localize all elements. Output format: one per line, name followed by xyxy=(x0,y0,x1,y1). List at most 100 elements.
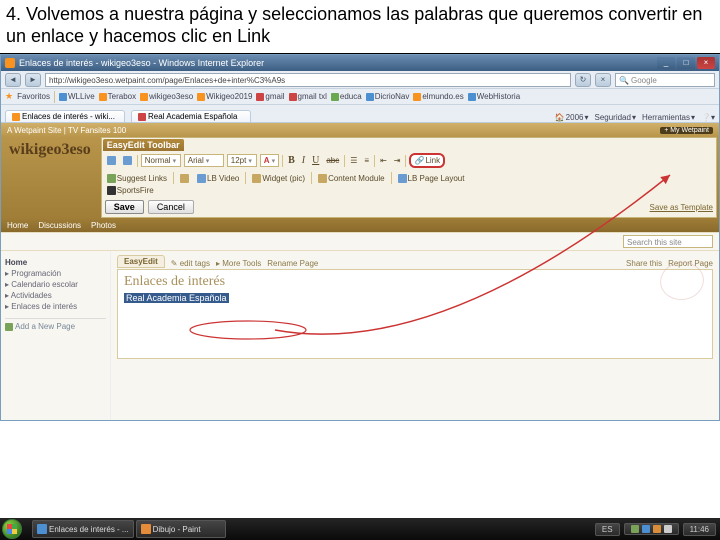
suggest-links-button[interactable]: Suggest Links xyxy=(105,174,169,183)
fav-item[interactable]: wikigeo3eso xyxy=(140,92,193,101)
maximize-button[interactable]: □ xyxy=(677,57,695,69)
browser-window: Enlaces de interés - wikigeo3eso - Windo… xyxy=(0,54,720,421)
home-dropdown[interactable]: 🏠 2006 ▾ xyxy=(555,113,589,122)
back-button[interactable]: ◄ xyxy=(5,73,21,87)
refresh-button[interactable]: ↻ xyxy=(575,73,591,87)
fav-item[interactable]: WLLive xyxy=(59,92,95,101)
strike-button[interactable]: abc xyxy=(324,156,341,165)
wetpaint-banner: A Wetpaint Site | TV Fansites 100 + My W… xyxy=(1,123,719,137)
taskbar-item[interactable]: Dibujo - Paint xyxy=(136,520,226,538)
edit-tags-link[interactable]: ✎ edit tags xyxy=(171,259,210,268)
paint-icon xyxy=(141,524,151,534)
add-new-page-link[interactable]: Add a New Page xyxy=(5,322,106,331)
sidebar-item[interactable]: ▸ Calendario escolar xyxy=(5,279,106,290)
address-bar-row: ◄ ► http://wikigeo3eso.wetpaint.com/page… xyxy=(1,71,719,89)
windows-logo-icon xyxy=(7,524,17,534)
title-bar: Enlaces de interés - wikigeo3eso - Windo… xyxy=(1,55,719,71)
italic-button[interactable]: I xyxy=(300,155,307,166)
sidebar-item[interactable]: ▸ Enlaces de interés xyxy=(5,301,106,312)
color-select[interactable]: A▾ xyxy=(260,154,279,167)
sportsfire-button[interactable]: SportsFire xyxy=(105,186,156,195)
language-indicator[interactable]: ES xyxy=(595,523,620,536)
browser-search-input[interactable]: 🔍Google xyxy=(615,73,715,87)
ie-icon xyxy=(37,524,47,534)
selected-text[interactable]: Real Academia Española xyxy=(124,293,229,303)
browser-tab-active[interactable]: Enlaces de interés - wiki... xyxy=(5,110,125,122)
site-header: wikigeo3eso EasyEdit Toolbar Normal▾ Ari… xyxy=(1,137,719,218)
clock[interactable]: 11:46 xyxy=(683,523,716,536)
rename-page-link[interactable]: Rename Page xyxy=(267,259,318,268)
fav-item[interactable]: educa xyxy=(331,92,362,101)
undo-button[interactable] xyxy=(105,156,118,165)
site-nav: Home Discussions Photos xyxy=(1,218,719,232)
google-icon: 🔍 xyxy=(619,76,629,86)
my-wetpaint-link[interactable]: + My Wetpaint xyxy=(660,127,713,134)
fav-item[interactable]: Wikigeo2019 xyxy=(197,92,252,101)
minimize-button[interactable]: _ xyxy=(657,57,675,69)
sidebar-item[interactable]: ▸ Actividades xyxy=(5,290,106,301)
site-title: wikigeo3eso xyxy=(9,141,91,159)
content-module-button[interactable]: Content Module xyxy=(316,174,386,183)
toolbar-title: EasyEdit Toolbar xyxy=(103,139,184,151)
content-area: Home ▸ Programación ▸ Calendario escolar… xyxy=(1,250,719,420)
nav-discussions[interactable]: Discussions xyxy=(38,221,81,230)
indent-button[interactable]: ⇥ xyxy=(392,156,403,165)
number-list-button[interactable]: ≡ xyxy=(362,156,371,165)
start-button[interactable] xyxy=(2,519,22,539)
sidebar-item[interactable]: ▸ Programación xyxy=(5,268,106,279)
outdent-button[interactable]: ⇤ xyxy=(378,156,389,165)
cancel-button[interactable]: Cancel xyxy=(148,200,194,214)
link-icon: 🔗 xyxy=(414,156,424,165)
insert-button[interactable] xyxy=(178,174,191,183)
video-button[interactable]: LB Video xyxy=(195,174,241,183)
easyedit-toolbar: EasyEdit Toolbar Normal▾ Arial▾ 12pt▾ A▾… xyxy=(101,137,717,218)
main-panel: EasyEdit ✎ edit tags ▸ More Tools Rename… xyxy=(111,251,719,420)
forward-button[interactable]: ► xyxy=(25,73,41,87)
browser-tab-row: Enlaces de interés - wiki... Real Academ… xyxy=(1,105,719,123)
window-title: Enlaces de interés - wikigeo3eso - Windo… xyxy=(19,58,655,68)
size-select[interactable]: 12pt▾ xyxy=(227,154,257,167)
bold-button[interactable]: B xyxy=(286,155,297,166)
save-as-template-link[interactable]: Save as Template xyxy=(650,203,713,212)
share-this-link[interactable]: Share this xyxy=(626,259,662,268)
page-toolbar: EasyEdit ✎ edit tags ▸ More Tools Rename… xyxy=(117,255,713,268)
link-button[interactable]: 🔗Link xyxy=(409,153,445,168)
fav-item[interactable]: Terabox xyxy=(99,92,136,101)
fav-item[interactable]: DicrioNav xyxy=(366,92,410,101)
fav-item[interactable]: elmundo.es xyxy=(413,92,463,101)
stop-button[interactable]: × xyxy=(595,73,611,87)
address-bar[interactable]: http://wikigeo3eso.wetpaint.com/page/Enl… xyxy=(45,73,571,87)
nav-photos[interactable]: Photos xyxy=(91,221,116,230)
fav-item[interactable]: WebHistoria xyxy=(468,92,520,101)
sidebar-item-home[interactable]: Home xyxy=(5,257,106,268)
redo-button[interactable] xyxy=(121,156,134,165)
close-button[interactable]: × xyxy=(697,57,715,69)
more-tools-link[interactable]: ▸ More Tools xyxy=(216,259,261,268)
windows-taskbar: Enlaces de interés - ... Dibujo - Paint … xyxy=(0,518,720,540)
easyedit-tab[interactable]: EasyEdit xyxy=(117,255,165,268)
widget-button[interactable]: Widget (pic) xyxy=(250,174,307,183)
security-dropdown[interactable]: Seguridad ▾ xyxy=(594,113,636,122)
taskbar-item[interactable]: Enlaces de interés - ... xyxy=(32,520,134,538)
tools-dropdown[interactable]: Herramientas ▾ xyxy=(642,113,695,122)
tray-icons[interactable] xyxy=(624,523,679,535)
bullet-list-button[interactable]: ☰ xyxy=(348,156,359,165)
nav-home[interactable]: Home xyxy=(7,221,28,230)
style-select[interactable]: Normal▾ xyxy=(141,154,181,167)
save-button[interactable]: Save xyxy=(105,200,144,214)
underline-button[interactable]: U xyxy=(310,155,321,166)
font-select[interactable]: Arial▾ xyxy=(184,154,224,167)
fav-item[interactable]: gmail xyxy=(256,92,284,101)
instruction-text: 4. Volvemos a nuestra página y seleccion… xyxy=(0,0,720,54)
plus-icon xyxy=(5,323,13,331)
page-layout-button[interactable]: LB Page Layout xyxy=(396,174,467,183)
fav-item[interactable]: gmail txl xyxy=(289,92,327,101)
favorites-star-icon[interactable]: ★ xyxy=(5,91,13,102)
site-search-input[interactable]: Search this site xyxy=(623,235,713,248)
page-editor[interactable]: Enlaces de interés Real Academia Español… xyxy=(117,269,713,359)
browser-tab[interactable]: Real Academia Española xyxy=(131,110,251,122)
help-button[interactable]: ❔▾ xyxy=(701,113,715,122)
page-icon xyxy=(5,58,15,68)
system-tray: ES 11:46 xyxy=(595,523,718,536)
sidebar: Home ▸ Programación ▸ Calendario escolar… xyxy=(1,251,111,420)
